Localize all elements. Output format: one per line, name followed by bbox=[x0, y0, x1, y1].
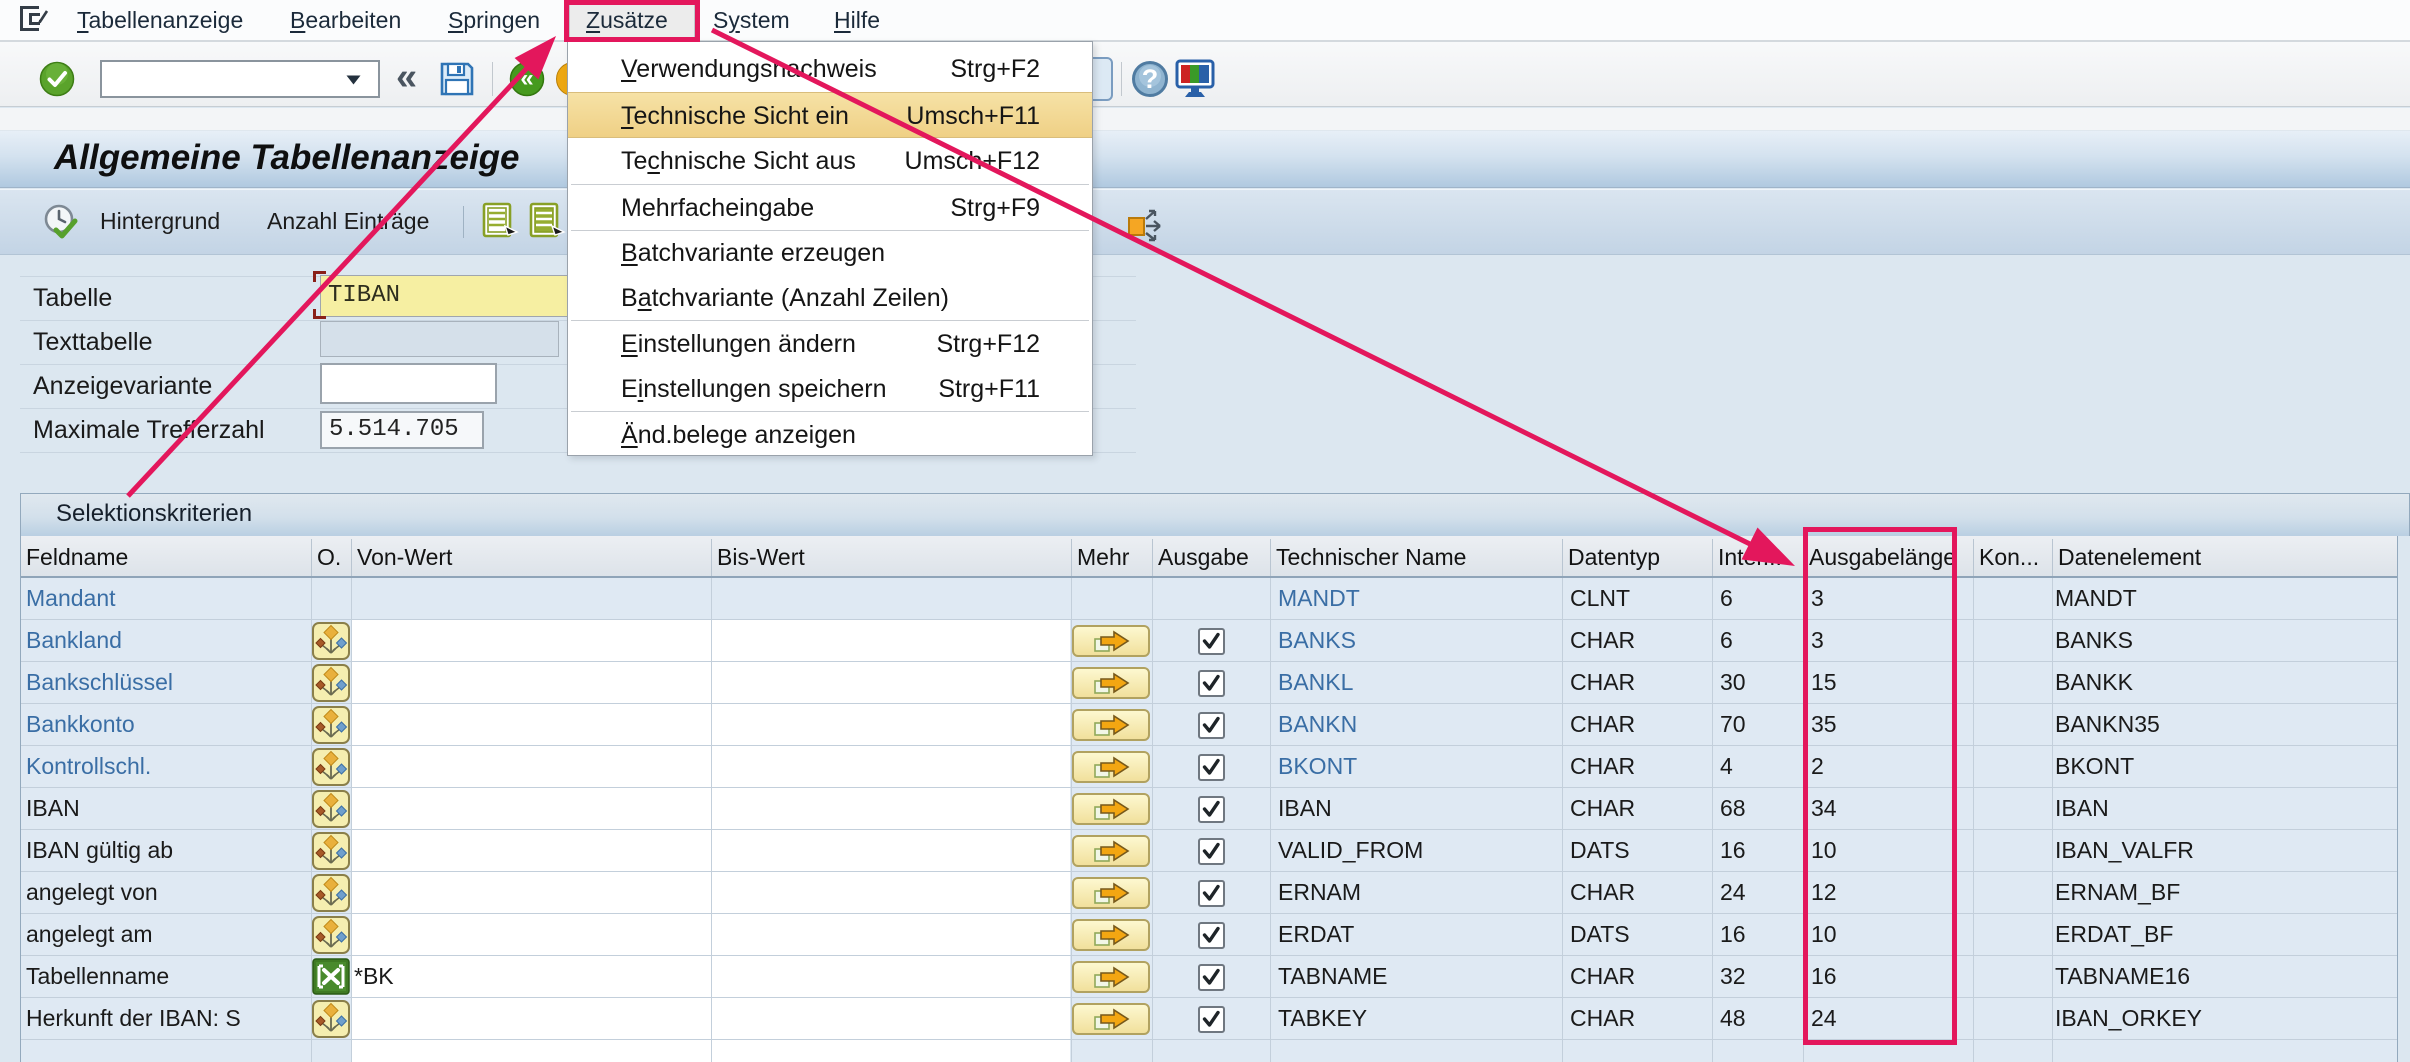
svg-text:«: « bbox=[520, 65, 533, 92]
svg-text:?: ? bbox=[1142, 64, 1159, 94]
